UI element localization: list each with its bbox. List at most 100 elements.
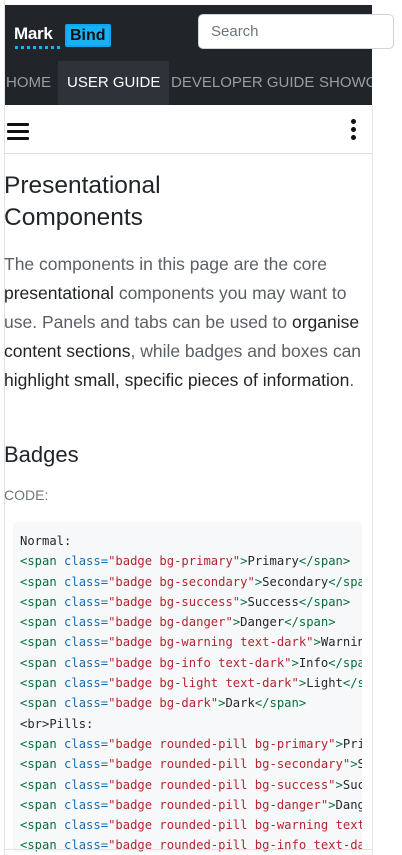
- code-attr-value: "badge rounded-pill bg-success": [108, 777, 336, 792]
- code-attr: class=: [64, 757, 109, 772]
- code-tag-close: >: [291, 655, 299, 670]
- code-tag-close: >: [328, 797, 336, 812]
- tab-showcase[interactable]: SHOWCASE: [311, 61, 372, 105]
- code-line: <span class="badge rounded-pill bg-warni…: [20, 815, 362, 835]
- code-line: <span class="badge bg-light text-dark">L…: [20, 673, 362, 693]
- right-border: [372, 105, 373, 855]
- code-attr: class=: [64, 696, 109, 711]
- code-tag-close: >: [350, 757, 358, 772]
- code-tag-end: </span>: [298, 594, 351, 609]
- code-attr-value: "badge bg-primary": [108, 554, 241, 569]
- code-inner-text: Light: [306, 676, 343, 691]
- code-block: Normal: <span class="badge bg-primary">Pr…: [13, 522, 362, 852]
- code-tag-close: >: [335, 777, 343, 792]
- code-tag-open: <span: [20, 797, 65, 812]
- code-tag-open: <span: [20, 655, 65, 670]
- code-tag-open: <span: [20, 574, 65, 589]
- intro-text-1: The components in this page are the core: [4, 254, 327, 274]
- hamburger-icon[interactable]: [7, 123, 29, 141]
- kebab-icon[interactable]: [351, 119, 357, 141]
- tab-developer-guide[interactable]: DEVELOPER GUIDE: [163, 61, 322, 105]
- intro-bold-1: presentational: [4, 283, 114, 303]
- code-attr-value: "badge rounded-pill bg-primary": [108, 736, 336, 751]
- code-line: <span class="badge bg-secondary">Seconda…: [20, 572, 362, 592]
- code-attr: class=: [64, 635, 109, 650]
- code-inner-text: Warning: [320, 635, 362, 650]
- logo-bind-text: Bind: [65, 24, 111, 47]
- page-title-line2: Components: [4, 204, 143, 231]
- code-line: <span class="badge rounded-pill bg-prima…: [20, 734, 362, 754]
- code-text: <br>Pills:: [20, 716, 94, 731]
- logo-underline: [15, 46, 61, 49]
- code-tag-end: </span>: [284, 615, 336, 630]
- code-tag-open: <span: [20, 736, 65, 751]
- code-inner-text: Primary: [247, 554, 299, 569]
- code-tag-end: </span>: [328, 655, 362, 670]
- code-tag-close: >: [335, 736, 343, 751]
- code-attr-value: "badge bg-info text-dark": [108, 655, 292, 670]
- code-inner-text: Secondary: [357, 757, 362, 772]
- code-inner-text: Secondary: [262, 574, 329, 589]
- code-attr: class=: [64, 818, 109, 833]
- page-frame: Mark Bind HOME USER GUIDE DEVELOPER GUID…: [0, 0, 402, 855]
- code-tag-open: <span: [20, 757, 65, 772]
- tab-user-guide[interactable]: USER GUIDE: [58, 61, 170, 105]
- intro-text-4: .: [349, 370, 355, 390]
- code-attr-value: "badge rounded-pill bg-warning text-dark…: [108, 818, 362, 833]
- code-attr-value: "badge bg-dark": [108, 696, 219, 711]
- code-attr: class=: [64, 736, 109, 751]
- code-attr: class=: [64, 594, 109, 609]
- code-inner-text: Danger: [335, 797, 362, 812]
- code-label: CODE:: [4, 487, 49, 503]
- intro-paragraph: The components in this page are the core…: [4, 250, 364, 395]
- search-input[interactable]: [198, 14, 394, 49]
- code-line: <span class="badge bg-dark">Dark</span>: [20, 693, 362, 713]
- page-title: Presentational Components: [4, 170, 364, 234]
- section-heading-badges: Badges: [4, 442, 79, 467]
- code-line: <span class="badge bg-danger">Danger</sp…: [20, 612, 362, 632]
- code-inner-text: Primary: [342, 736, 362, 751]
- code-attr-value: "badge bg-danger": [108, 615, 233, 630]
- code-attr: class=: [64, 797, 109, 812]
- code-attr: class=: [64, 615, 109, 630]
- code-line: <span class="badge rounded-pill bg-succe…: [20, 775, 362, 795]
- code-attr-value: "badge rounded-pill bg-secondary": [108, 757, 351, 772]
- code-line: <span class="badge rounded-pill bg-secon…: [20, 754, 362, 774]
- code-tag-end: </span>: [342, 676, 362, 691]
- code-inner-text: Dark: [225, 696, 255, 711]
- markbind-logo[interactable]: Mark Bind: [14, 23, 118, 51]
- code-attr: class=: [64, 676, 109, 691]
- code-attr-value: "badge bg-success": [108, 594, 241, 609]
- right-margin: [372, 0, 402, 855]
- intro-text-3: , while badges and boxes can: [130, 341, 362, 361]
- code-line-heading-pills: <br>Pills:: [20, 714, 362, 734]
- code-line: <span class="badge bg-primary">Primary</…: [20, 551, 362, 571]
- code-inner-text: Success: [247, 594, 299, 609]
- code-tag-end: </span>: [298, 554, 351, 569]
- code-tag-open: <span: [20, 594, 65, 609]
- code-lines: Normal: <span class="badge bg-primary">Pr…: [20, 531, 362, 852]
- code-tag-open: <span: [20, 696, 65, 711]
- code-inner-text: Danger: [240, 615, 285, 630]
- code-attr: class=: [64, 777, 109, 792]
- code-text: Normal:: [20, 534, 72, 548]
- code-attr: class=: [64, 554, 109, 569]
- code-inner-text: Success: [342, 777, 362, 792]
- code-attr-value: "badge bg-secondary": [108, 574, 255, 589]
- code-line: <span class="badge bg-success">Success</…: [20, 592, 362, 612]
- code-tag-end: </span>: [328, 574, 362, 589]
- code-attr: class=: [64, 655, 109, 670]
- code-tag-close: >: [313, 635, 321, 650]
- code-line: <span class="badge bg-warning text-dark"…: [20, 632, 362, 652]
- code-tag-open: <span: [20, 676, 65, 691]
- nav-tabs: HOME USER GUIDE DEVELOPER GUIDE SHOWCASE: [5, 61, 372, 105]
- code-attr-value: "badge rounded-pill bg-danger": [108, 797, 329, 812]
- code-line: <span class="badge rounded-pill bg-dange…: [20, 795, 362, 815]
- code-tag-open: <span: [20, 777, 65, 792]
- code-attr-value: "badge bg-light text-dark": [108, 676, 299, 691]
- tab-home[interactable]: HOME: [5, 61, 54, 105]
- code-tag-open: <span: [20, 818, 65, 833]
- code-attr-value: "badge bg-warning text-dark": [108, 635, 314, 650]
- page-toolbar: [5, 105, 372, 154]
- code-tag-open: <span: [20, 554, 65, 569]
